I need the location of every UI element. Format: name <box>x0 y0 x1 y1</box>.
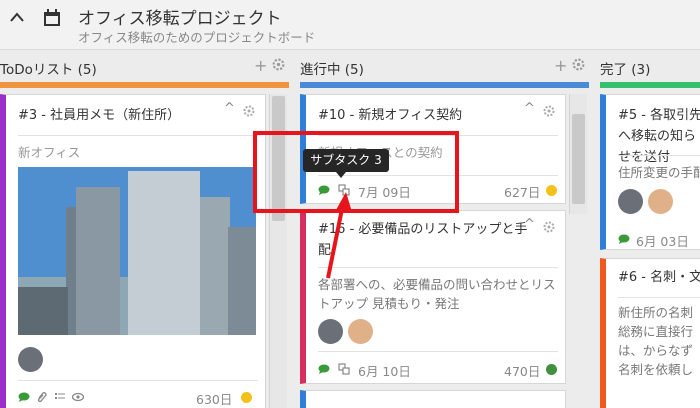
card-title: #10 - 新規オフィス契約 <box>318 108 463 123</box>
annotation-highlight-box <box>253 131 459 213</box>
office-building-photo <box>18 167 256 335</box>
card-description: 新オフィス <box>18 145 81 160</box>
collapse-icon[interactable]: ^ <box>224 101 235 116</box>
status-dot <box>546 364 557 375</box>
avatar[interactable] <box>618 189 643 214</box>
gear-icon[interactable] <box>272 58 285 71</box>
checklist-icon[interactable] <box>54 391 66 403</box>
subtask-icon[interactable] <box>338 363 350 375</box>
card-description: 住所変更の手配 <box>618 165 700 180</box>
card-partial[interactable] <box>300 390 566 408</box>
chevron-up-icon[interactable] <box>8 8 26 26</box>
divider <box>618 155 700 156</box>
card-6[interactable]: #6 - 名刺・文 新住所の名刺 総務に直接行 は、からなず 名刺を依頼し <box>600 258 700 408</box>
eye-icon[interactable] <box>72 391 84 403</box>
divider <box>618 297 700 298</box>
gear-icon[interactable] <box>543 105 555 117</box>
page-subtitle: オフィス移転のためのプロジェクトボード <box>78 30 316 45</box>
collapse-icon[interactable]: ^ <box>524 217 535 232</box>
column-title: ToDoリスト (5) <box>0 62 97 78</box>
due-date: 6月 03日 <box>636 234 689 249</box>
calendar-icon <box>44 9 60 26</box>
card-5[interactable]: #5 - 各取引先へ移転の知らせを送付 住所変更の手配 6月 03日 <box>600 94 700 250</box>
divider <box>18 380 258 381</box>
column-header-in-progress: 進行中 (5) + <box>300 56 588 80</box>
scrollbar-thumb[interactable] <box>572 114 585 204</box>
column-header-done: 完了 (3) <box>600 56 700 80</box>
divider <box>318 351 558 352</box>
elapsed-days: 470日 <box>504 364 541 379</box>
card-description: 各部署への、必要備品の問い合わせとリストアップ 見積もり・発注 <box>318 277 556 311</box>
attachment-icon[interactable] <box>36 391 48 403</box>
elapsed-days: 630日 <box>196 392 233 407</box>
card-title: #5 - 各取引先へ移転の知らせを送付 <box>618 108 700 165</box>
comment-icon[interactable] <box>318 363 330 375</box>
elapsed-days: 627日 <box>504 185 541 200</box>
annotation-arrow-icon <box>326 192 352 279</box>
avatar[interactable] <box>318 319 343 344</box>
column-color-bar <box>600 82 700 88</box>
due-date: 6月 10日 <box>358 364 411 379</box>
column-title: 完了 (3) <box>600 62 651 78</box>
collapse-icon[interactable]: ^ <box>524 101 535 116</box>
page-title: オフィス移転プロジェクト <box>78 9 282 29</box>
add-card-button[interactable]: + <box>254 56 267 75</box>
gear-icon[interactable] <box>543 221 555 233</box>
column-color-bar <box>0 82 289 88</box>
gear-icon[interactable] <box>572 58 585 71</box>
avatar[interactable] <box>348 319 373 344</box>
comment-icon[interactable] <box>18 391 30 403</box>
scrollbar[interactable] <box>569 94 587 214</box>
status-dot <box>546 185 557 196</box>
avatar[interactable] <box>648 189 673 214</box>
card-title: #6 - 名刺・文 <box>618 270 700 285</box>
column-header-todo: ToDoリスト (5) + <box>0 56 288 80</box>
comment-icon[interactable] <box>618 233 630 245</box>
card-3[interactable]: #3 - 社員用メモ（新住所） ^ 新オフィス 630日 <box>0 94 266 408</box>
card-title: #3 - 社員用メモ（新住所） <box>18 108 181 123</box>
add-card-button[interactable]: + <box>554 56 567 75</box>
divider <box>18 135 258 136</box>
board-header: オフィス移転プロジェクト オフィス移転のためのプロジェクトボード <box>0 0 700 50</box>
gear-icon[interactable] <box>243 105 255 117</box>
column-title: 進行中 (5) <box>300 62 364 78</box>
column-color-bar <box>300 82 589 88</box>
avatar[interactable] <box>18 347 43 372</box>
status-dot <box>241 392 252 403</box>
card-description: 新住所の名刺 総務に直接行 は、からなず 名刺を依頼し <box>618 305 694 377</box>
